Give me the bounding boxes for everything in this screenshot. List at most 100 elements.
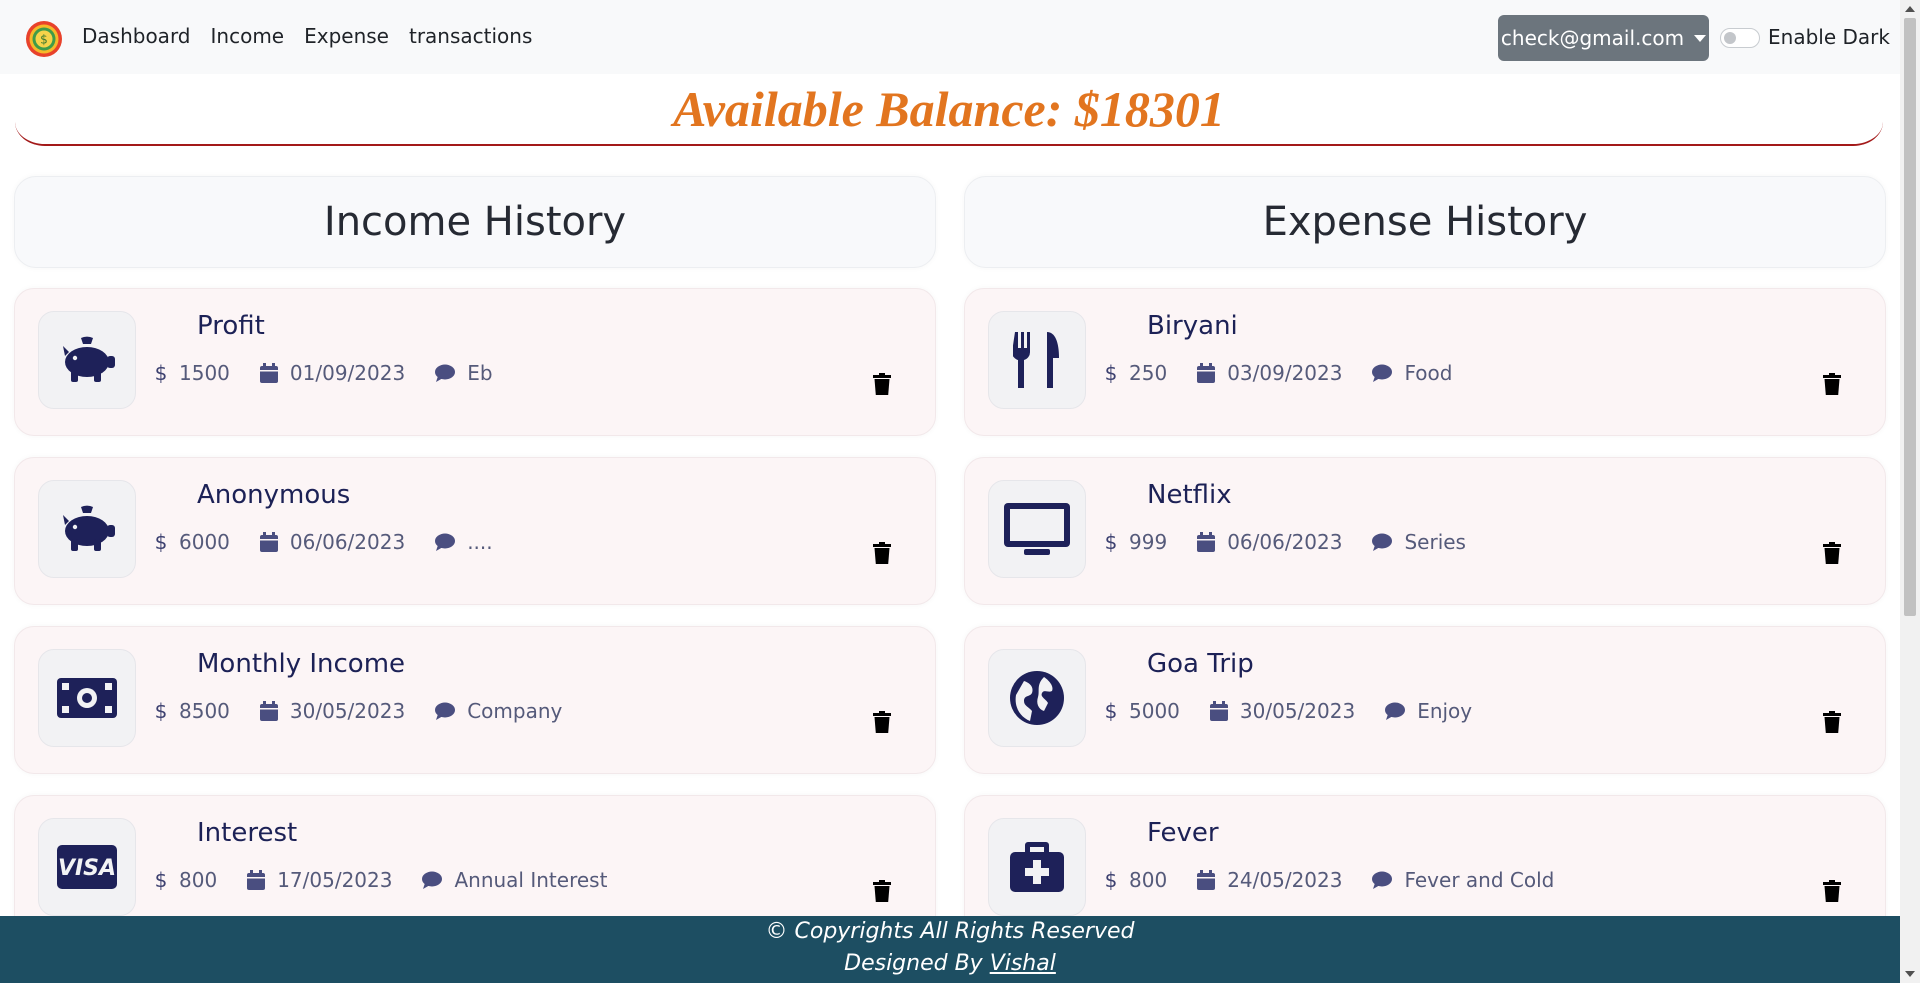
utensils-icon — [988, 311, 1086, 409]
expense-card: Netflix $999 06/06/2023 Series — [964, 457, 1886, 605]
trash-icon[interactable] — [873, 880, 891, 902]
income-card: Anonymous $6000 06/06/2023 .... — [14, 457, 936, 605]
calendar-icon — [247, 870, 266, 890]
expense-meta: $250 03/09/2023 Food — [1105, 361, 1482, 385]
dollar-icon: $ — [1105, 531, 1117, 553]
nav-dashboard[interactable]: Dashboard — [82, 24, 191, 48]
comment-icon — [435, 364, 456, 382]
nav-links: Dashboard Income Expense transactions — [82, 24, 532, 48]
trash-icon[interactable] — [873, 711, 891, 733]
user-menu-button[interactable]: check@gmail.com — [1498, 15, 1709, 61]
expense-title: Netflix — [1147, 480, 1232, 510]
expense-date: 30/05/2023 — [1239, 699, 1356, 723]
income-meta: $1500 01/09/2023 Eb — [155, 361, 523, 385]
comment-icon — [1372, 533, 1393, 551]
income-note: Company — [467, 699, 563, 723]
globe-icon — [988, 649, 1086, 747]
dark-mode-toggle[interactable] — [1720, 28, 1760, 48]
money-bill-icon — [38, 649, 136, 747]
trash-icon[interactable] — [1823, 711, 1841, 733]
calendar-icon — [1197, 363, 1216, 383]
designed-by-label: Designed By — [844, 951, 990, 976]
expense-amount: 800 — [1129, 868, 1168, 892]
expense-note: Fever and Cold — [1404, 868, 1555, 892]
income-title: Interest — [197, 818, 298, 848]
expense-note: Enjoy — [1417, 699, 1473, 723]
income-note: Annual Interest — [454, 868, 608, 892]
svg-text:$: $ — [1105, 700, 1117, 722]
scroll-down-arrow-icon[interactable] — [1905, 971, 1915, 977]
svg-text:VISA: VISA — [58, 856, 116, 881]
svg-text:$: $ — [40, 33, 48, 47]
brand-logo-icon[interactable]: $ — [25, 20, 63, 58]
income-amount: 6000 — [179, 530, 230, 554]
medical-kit-icon — [988, 818, 1086, 916]
income-card: Profit $1500 01/09/2023 Eb — [14, 288, 936, 436]
svg-text:$: $ — [1105, 531, 1117, 553]
income-amount: 8500 — [179, 699, 230, 723]
svg-text:$: $ — [155, 700, 167, 722]
expense-history-column: Expense History Biryani $250 03/09/2023 … — [964, 176, 1886, 943]
expense-note: Series — [1404, 530, 1466, 554]
nav-expense[interactable]: Expense — [304, 24, 389, 48]
calendar-icon — [1197, 532, 1216, 552]
footer: © Copyrights All Rights Reserved Designe… — [0, 916, 1900, 983]
comment-icon — [1372, 364, 1393, 382]
nav-transactions[interactable]: transactions — [409, 24, 532, 48]
svg-text:$: $ — [1105, 362, 1117, 384]
designed-by: Designed By Vishal — [0, 951, 1900, 976]
vertical-scrollbar[interactable] — [1900, 0, 1920, 983]
dollar-icon: $ — [155, 700, 167, 722]
expense-card: Goa Trip $5000 30/05/2023 Enjoy — [964, 626, 1886, 774]
dollar-icon: $ — [155, 531, 167, 553]
caret-down-icon — [1694, 34, 1707, 42]
piggy-bank-icon — [38, 480, 136, 578]
laptop-icon — [988, 480, 1086, 578]
income-date: 06/06/2023 — [289, 530, 406, 554]
expense-meta: $5000 30/05/2023 Enjoy — [1105, 699, 1502, 723]
piggy-bank-icon — [38, 311, 136, 409]
expense-date: 03/09/2023 — [1227, 361, 1343, 385]
income-title: Anonymous — [197, 480, 351, 510]
expense-amount: 250 — [1129, 361, 1168, 385]
expense-meta: $800 24/05/2023 Fever and Cold — [1105, 868, 1584, 892]
trash-icon[interactable] — [1823, 542, 1841, 564]
trash-icon[interactable] — [1823, 373, 1841, 395]
income-history-heading: Income History — [14, 176, 936, 268]
scroll-up-arrow-icon[interactable] — [1905, 6, 1915, 12]
calendar-icon — [1197, 870, 1216, 890]
user-email: check@gmail.com — [1500, 26, 1685, 50]
comment-icon — [1372, 871, 1393, 889]
available-balance: Available Balance: $18301 — [673, 81, 1225, 137]
income-meta: $800 17/05/2023 Annual Interest — [155, 868, 637, 892]
author-link[interactable]: Vishal — [990, 951, 1056, 976]
trash-icon[interactable] — [873, 373, 891, 395]
calendar-icon — [259, 532, 278, 552]
expense-note: Food — [1404, 361, 1453, 385]
income-meta: $6000 06/06/2023 .... — [155, 530, 523, 554]
svg-text:$: $ — [155, 362, 167, 384]
expense-date: 24/05/2023 — [1227, 868, 1343, 892]
income-note: Eb — [467, 361, 493, 385]
comment-icon — [422, 871, 443, 889]
navbar: $ Dashboard Income Expense transactions … — [0, 0, 1900, 74]
expense-title: Fever — [1147, 818, 1219, 848]
expense-title: Goa Trip — [1147, 649, 1254, 679]
app-root: $ Dashboard Income Expense transactions … — [0, 0, 1920, 983]
income-date: 17/05/2023 — [277, 868, 393, 892]
income-title: Profit — [197, 311, 265, 341]
dollar-icon: $ — [1105, 362, 1117, 384]
trash-icon[interactable] — [873, 542, 891, 564]
expense-date: 06/06/2023 — [1227, 530, 1343, 554]
income-note: .... — [467, 530, 493, 554]
svg-text:$: $ — [155, 869, 167, 891]
expense-amount: 999 — [1129, 530, 1168, 554]
dollar-icon: $ — [1105, 700, 1117, 722]
income-amount: 800 — [179, 868, 218, 892]
nav-income[interactable]: Income — [211, 24, 285, 48]
scrollbar-thumb[interactable] — [1904, 18, 1916, 616]
income-date: 01/09/2023 — [289, 361, 406, 385]
expense-history-heading: Expense History — [964, 176, 1886, 268]
calendar-icon — [259, 701, 278, 721]
trash-icon[interactable] — [1823, 880, 1841, 902]
